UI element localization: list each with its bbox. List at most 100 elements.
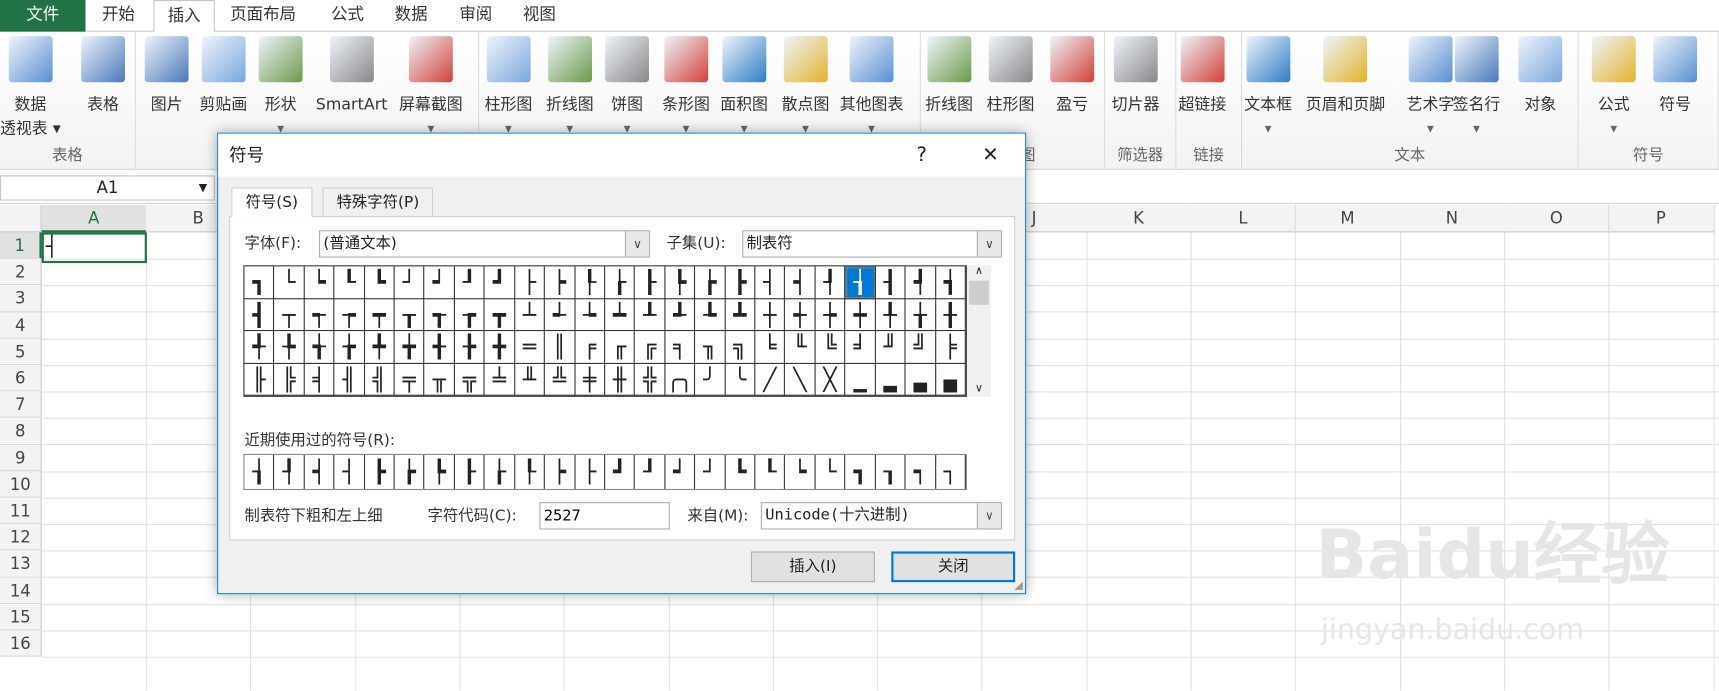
symbol-cell[interactable]: ┭	[304, 298, 335, 332]
recent-symbol-cell[interactable]: ┣	[365, 454, 395, 489]
close-button[interactable]: 关闭	[891, 551, 1016, 583]
tab-symbols[interactable]: 符号(S)	[231, 187, 313, 218]
symbol-cell[interactable]: ╠	[274, 363, 305, 396]
ribbon-button[interactable]: 折线图 ▼	[546, 36, 594, 134]
resize-grip-icon[interactable]: ◢	[1014, 580, 1022, 592]
row-header-4[interactable]: 4	[0, 312, 42, 339]
symbol-cell[interactable]: ╞	[935, 331, 966, 364]
symbol-cell[interactable]: ╲	[785, 363, 816, 396]
ribbon-button[interactable]: 剪贴画	[200, 36, 247, 117]
chevron-down-icon[interactable]: ▼	[1407, 124, 1455, 134]
symbol-cell[interactable]: ╖	[695, 331, 726, 364]
ribbon-tab-2[interactable]: 插入	[153, 0, 215, 33]
row-header-9[interactable]: 9	[0, 444, 42, 472]
symbol-cell[interactable]: ▄	[935, 363, 966, 396]
symbol-cell[interactable]: ┓	[244, 266, 275, 299]
ribbon-button[interactable]: 超链接	[1179, 36, 1226, 117]
row-header-3[interactable]: 3	[0, 285, 42, 312]
symbol-cell[interactable]: ┴	[514, 298, 546, 332]
column-header-N[interactable]: N	[1399, 205, 1506, 233]
ribbon-tab-1[interactable]: 开始	[89, 0, 148, 32]
column-header-P[interactable]: P	[1608, 205, 1715, 233]
ribbon-button[interactable]: 盈亏	[1050, 36, 1095, 117]
symbol-cell[interactable]: ┮	[334, 298, 365, 332]
symbol-cell[interactable]: ┸	[635, 298, 666, 332]
symbol-cell[interactable]: ╪	[575, 363, 606, 396]
symbol-cell[interactable]: ╩	[545, 363, 576, 396]
symbol-cell[interactable]: ┳	[484, 298, 515, 332]
symbol-cell[interactable]: ┵	[545, 298, 576, 332]
ribbon-button[interactable]: 其他图表 ▼	[840, 36, 903, 134]
ribbon-button[interactable]: 切片器	[1112, 36, 1159, 117]
from-select[interactable]: Unicode(十六进制) ∨	[760, 502, 1003, 530]
symbol-cell[interactable]: ╃	[244, 331, 275, 364]
symbol-cell[interactable]: ┠	[635, 266, 666, 299]
symbol-cell[interactable]: ╦	[454, 363, 485, 396]
ribbon-tab-5[interactable]: 数据	[382, 0, 441, 32]
ribbon-button[interactable]: 对象	[1518, 36, 1563, 117]
scroll-up-icon[interactable]: ∧	[967, 265, 991, 277]
symbol-cell[interactable]: ▃	[905, 363, 936, 396]
symbol-cell[interactable]: ╣	[364, 363, 395, 396]
row-header-8[interactable]: 8	[0, 418, 42, 445]
ribbon-button[interactable]: 艺术字 ▼	[1407, 36, 1455, 134]
ribbon-tab-4[interactable]: 公式	[318, 0, 377, 32]
recent-symbol-cell[interactable]: ┝	[545, 454, 576, 489]
symbol-cell[interactable]: ▂	[875, 363, 906, 396]
symbol-cell[interactable]: ║	[545, 331, 576, 364]
symbol-cell[interactable]: ╫	[605, 363, 636, 396]
symbol-cell[interactable]: ┡	[665, 266, 696, 299]
symbol-cell[interactable]: ╁	[905, 298, 936, 332]
symbol-cell[interactable]: ├	[514, 266, 546, 299]
symbol-cell[interactable]: ┧	[845, 266, 876, 299]
row-header-1[interactable]: 1	[0, 232, 42, 259]
chevron-down-icon[interactable]: ∨	[976, 231, 1001, 257]
symbol-cell[interactable]: ╘	[755, 331, 786, 364]
recent-symbol-cell[interactable]: ├	[575, 454, 606, 489]
scroll-down-icon[interactable]: ∨	[967, 383, 991, 395]
recent-symbol-cell[interactable]: ┑	[906, 454, 936, 489]
ribbon-button[interactable]: 柱形图	[987, 36, 1034, 117]
ribbon-button[interactable]: 图片	[144, 36, 189, 117]
recent-symbol-cell[interactable]: ┥	[305, 454, 335, 489]
symbol-cell[interactable]: ╯	[695, 363, 726, 396]
chevron-down-icon[interactable]: ∨	[624, 231, 650, 257]
ribbon-tab-6[interactable]: 审阅	[446, 0, 505, 32]
recent-symbol-cell[interactable]: ┘	[695, 454, 726, 489]
symbol-cell[interactable]: ╟	[244, 363, 275, 396]
symbol-cell[interactable]: ┟	[605, 266, 636, 299]
row-header-5[interactable]: 5	[0, 338, 42, 366]
ribbon-tab-7[interactable]: 视图	[510, 0, 569, 32]
symbol-cell[interactable]: ┶	[575, 298, 606, 332]
symbol-cell[interactable]: ╤	[394, 363, 425, 396]
row-header-13[interactable]: 13	[0, 550, 42, 578]
recent-symbol-cell[interactable]: ┗	[725, 454, 756, 489]
symbol-cell[interactable]: ╕	[665, 331, 696, 364]
symbol-cell[interactable]: ┬	[274, 298, 305, 332]
symbol-cell[interactable]: ┝	[545, 266, 576, 299]
symbol-cell[interactable]: ┪	[935, 266, 966, 299]
symbol-cell[interactable]: ┗	[364, 266, 395, 299]
symbol-cell[interactable]: ╇	[364, 331, 395, 364]
symbol-cell[interactable]: ┷	[605, 298, 636, 332]
select-all-button[interactable]	[0, 205, 42, 233]
ribbon-button[interactable]: 折线图	[925, 36, 973, 117]
symbol-cell[interactable]: ╡	[304, 363, 335, 396]
chevron-down-icon[interactable]: ▼	[1592, 124, 1636, 134]
recent-symbol-cell[interactable]: └	[816, 454, 846, 489]
symbol-cell[interactable]: ╗	[725, 331, 756, 364]
symbol-cell[interactable]: ╧	[484, 363, 515, 396]
symbol-cell[interactable]: ┣	[725, 266, 756, 299]
symbol-cell[interactable]: ┦	[815, 266, 846, 299]
symbol-cell[interactable]: ┲	[454, 298, 485, 332]
symbol-cell[interactable]: ╋	[484, 331, 515, 364]
symbol-cell[interactable]: ┱	[424, 298, 455, 332]
symbol-cell[interactable]: ┻	[725, 298, 756, 332]
symbol-cell[interactable]: ╙	[785, 331, 816, 364]
row-header-6[interactable]: 6	[0, 365, 42, 392]
symbol-cell[interactable]: ┽	[785, 298, 816, 332]
symbol-cell[interactable]: ╥	[424, 363, 455, 396]
symbol-cell[interactable]: ╭╮	[665, 363, 696, 396]
symbol-cell[interactable]: ┾	[815, 298, 846, 332]
chevron-down-icon[interactable]: ▼	[199, 177, 207, 200]
